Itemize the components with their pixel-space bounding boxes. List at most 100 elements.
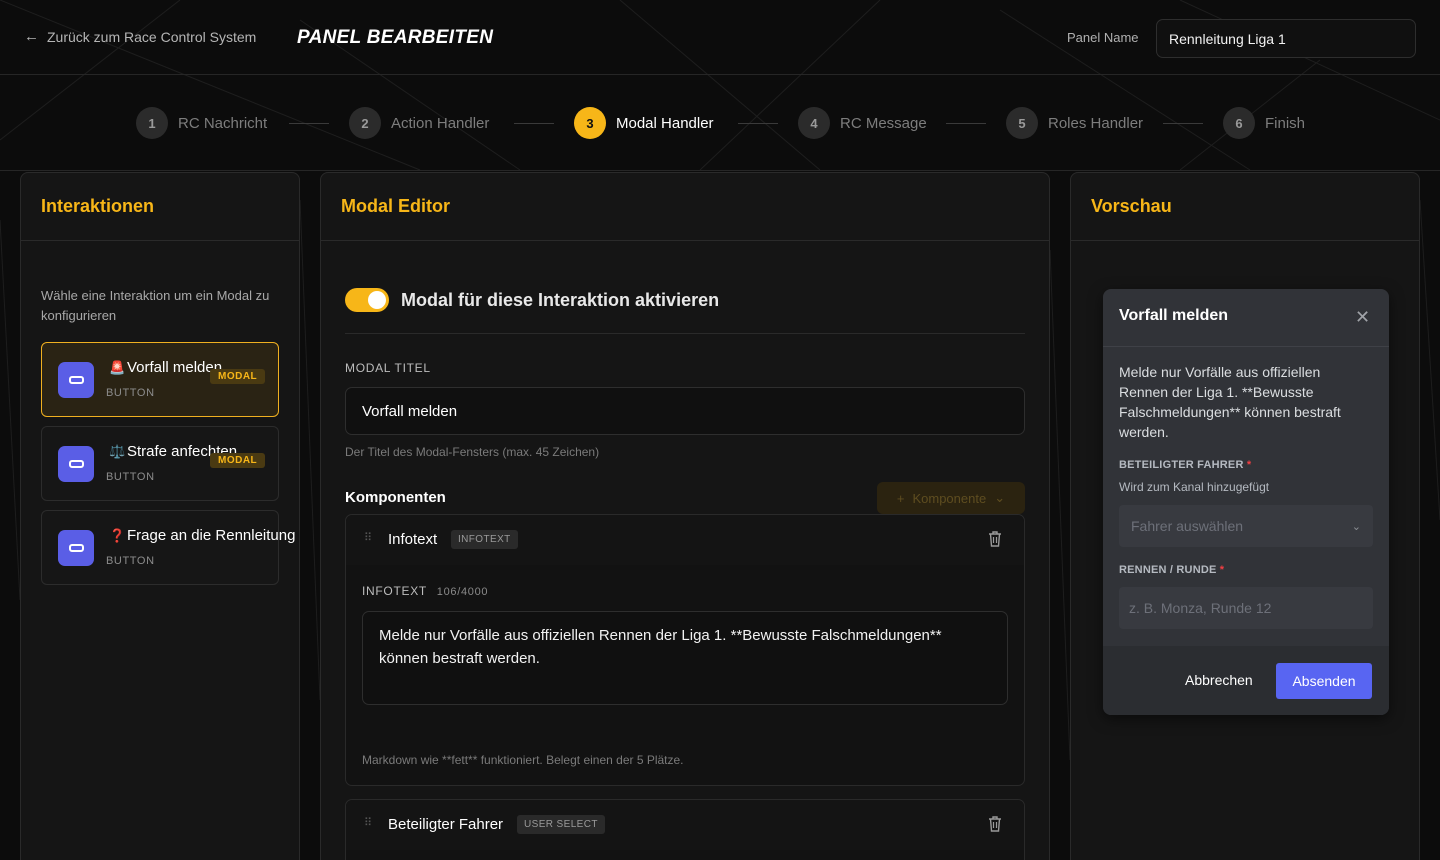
button-component-icon xyxy=(58,530,94,566)
modal-editor-title: Modal Editor xyxy=(341,196,450,216)
panel-name-input[interactable] xyxy=(1156,19,1416,58)
back-link-label: Zurück zum Race Control System xyxy=(47,28,257,45)
divider xyxy=(345,333,1025,334)
button-component-icon xyxy=(58,446,94,482)
preview-header: Vorschau xyxy=(1071,173,1419,241)
field1-label-text: BETEILIGTER FAHRER xyxy=(1119,459,1244,471)
add-component-button[interactable]: + Komponente ⌄ xyxy=(877,482,1025,514)
siren-icon: 🚨 xyxy=(109,360,126,375)
cancel-button[interactable]: Abbrechen xyxy=(1171,664,1267,696)
driver-select[interactable]: Fahrer auswählen ⌄ xyxy=(1119,505,1373,547)
back-link[interactable]: ← Zurück zum Race Control System xyxy=(24,28,256,45)
step-modal-handler[interactable]: 3 Modal Handler xyxy=(574,107,714,139)
preview-modal-footer: Abbrechen Absenden xyxy=(1103,646,1389,715)
button-component-icon xyxy=(58,362,94,398)
interactions-title: Interaktionen xyxy=(41,196,155,216)
modal-title-input[interactable] xyxy=(345,387,1025,435)
divider xyxy=(1103,346,1389,347)
component-type-tag: USER SELECT xyxy=(517,815,605,834)
modal-badge: MODAL xyxy=(210,453,266,468)
step-number: 4 xyxy=(798,107,830,139)
field1-sublabel: Wird zum Kanal hinzugefügt xyxy=(1119,480,1270,494)
step-rc-nachricht[interactable]: 1 RC Nachricht xyxy=(136,107,267,139)
interactions-panel-header: Interaktionen xyxy=(21,173,299,241)
modal-editor-panel: Modal Editor Modal für diese Interaktion… xyxy=(320,172,1050,860)
step-rc-message[interactable]: 4 RC Message xyxy=(798,107,927,139)
driver-select-placeholder: Fahrer auswählen xyxy=(1131,518,1244,534)
interaction-type: BUTTON xyxy=(106,387,155,399)
component-type-tag: INFOTEXT xyxy=(451,530,518,549)
step-label: RC Nachricht xyxy=(178,114,268,132)
preview-panel: Vorschau Vorfall melden ✕ Melde nur Vorf… xyxy=(1070,172,1420,860)
interactions-hint: Wähle eine Interaktion um ein Modal zu k… xyxy=(41,288,270,323)
step-label: Finish xyxy=(1265,114,1306,132)
step-roles-handler[interactable]: 5 Roles Handler xyxy=(1006,107,1143,139)
step-number: 1 xyxy=(136,107,168,139)
interaction-type: BUTTON xyxy=(106,471,155,483)
close-icon[interactable]: ✕ xyxy=(1355,307,1370,328)
step-label: RC Message xyxy=(840,114,927,132)
trash-icon[interactable] xyxy=(987,815,1003,833)
infotext-label: INFOTEXT xyxy=(362,584,427,598)
top-bar: ← Zurück zum Race Control System PANEL B… xyxy=(0,0,1440,75)
add-component-label: Komponente xyxy=(912,490,987,506)
interactions-panel: Interaktionen Wähle eine Interaktion um … xyxy=(20,172,300,860)
interaction-title: 🚨 Vorfall melden xyxy=(109,359,222,376)
component-beteiligter-fahrer: ⠿ Beteiligter Fahrer USER SELECT xyxy=(345,799,1025,860)
drag-handle-icon[interactable]: ⠿ xyxy=(364,531,372,544)
step-connector xyxy=(738,123,778,124)
step-finish[interactable]: 6 Finish xyxy=(1223,107,1305,139)
chevron-down-icon: ⌄ xyxy=(1351,520,1361,533)
page-title: PANEL BEARBEITEN xyxy=(297,27,494,48)
preview-modal-title: Vorfall melden xyxy=(1119,307,1229,324)
components-heading: Komponenten xyxy=(345,489,446,506)
panel-name-label: Panel Name xyxy=(1067,30,1139,45)
interaction-vorfall-melden[interactable]: 🚨 Vorfall melden BUTTON MODAL xyxy=(41,342,279,417)
required-marker: * xyxy=(1246,459,1252,471)
chevron-down-icon: ⌄ xyxy=(994,490,1006,505)
stepper: 1 RC Nachricht 2 Action Handler 3 Modal … xyxy=(0,75,1440,171)
drag-handle-icon[interactable]: ⠿ xyxy=(364,816,372,829)
step-number: 2 xyxy=(349,107,381,139)
preview-modal-body: Melde nur Vorfälle aus offiziellen Renne… xyxy=(1119,364,1341,440)
step-connector xyxy=(946,123,986,124)
step-number: 3 xyxy=(574,107,606,139)
preview-modal: Vorfall melden ✕ Melde nur Vorfälle aus … xyxy=(1103,289,1389,715)
step-connector xyxy=(1163,123,1203,124)
char-counter: 106/4000 xyxy=(436,586,489,598)
trash-icon[interactable] xyxy=(987,530,1003,548)
field2-label-text: RENNEN / RUNDE xyxy=(1119,564,1217,576)
infotext-help: Markdown wie **fett** funktioniert. Bele… xyxy=(362,753,684,767)
race-lap-input[interactable] xyxy=(1119,587,1373,629)
modal-title-label: MODAL TITEL xyxy=(345,361,431,375)
step-action-handler[interactable]: 2 Action Handler xyxy=(349,107,489,139)
preview-title: Vorschau xyxy=(1091,196,1172,216)
interaction-title: ❓ Frage an die Rennleitung xyxy=(109,527,295,544)
interaction-strafe-anfechten[interactable]: ⚖️ Strafe anfechten BUTTON MODAL xyxy=(41,426,279,501)
step-connector xyxy=(514,123,554,124)
component-header: ⠿ Infotext INFOTEXT xyxy=(346,515,1024,565)
step-number: 5 xyxy=(1006,107,1038,139)
submit-button[interactable]: Absenden xyxy=(1276,663,1372,699)
component-header: ⠿ Beteiligter Fahrer USER SELECT xyxy=(346,800,1024,850)
infotext-field-label: INFOTEXT 106/4000 xyxy=(362,584,488,598)
field1-label: BETEILIGTER FAHRER * xyxy=(1119,459,1251,471)
modal-title-help: Der Titel des Modal-Fensters (max. 45 Ze… xyxy=(345,445,600,459)
step-label: Action Handler xyxy=(391,114,490,132)
question-icon: ❓ xyxy=(109,528,126,543)
modal-enable-toggle[interactable] xyxy=(345,288,389,312)
interaction-frage-an-die-rennleitung[interactable]: ❓ Frage an die Rennleitung BUTTON xyxy=(41,510,295,585)
modal-toggle-row: Modal für diese Interaktion aktivieren xyxy=(345,288,719,312)
scales-icon: ⚖️ xyxy=(109,444,126,459)
interaction-label: Frage an die Rennleitung xyxy=(127,527,296,544)
component-name: Beteiligter Fahrer xyxy=(388,816,504,833)
component-infotext: ⠿ Infotext INFOTEXT INFOTEXT 106/4000 Me… xyxy=(345,514,1025,786)
modal-badge: MODAL xyxy=(210,369,266,384)
step-connector xyxy=(289,123,329,124)
step-label: Modal Handler xyxy=(616,114,714,132)
required-marker: * xyxy=(1219,564,1225,576)
interaction-type: BUTTON xyxy=(106,555,155,567)
component-name: Infotext xyxy=(388,531,438,548)
interaction-label: Vorfall melden xyxy=(127,359,223,376)
infotext-textarea[interactable]: Melde nur Vorfälle aus offiziellen Renne… xyxy=(362,611,1008,705)
